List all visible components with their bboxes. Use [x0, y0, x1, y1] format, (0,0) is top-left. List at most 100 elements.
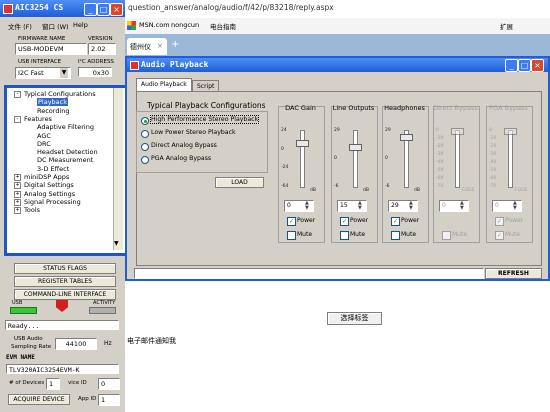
acquire-device-button[interactable]: ACQUIRE DEVICE — [8, 394, 70, 405]
checkbox-label: Power — [297, 217, 316, 224]
checkbox[interactable]: ✓ — [340, 217, 349, 226]
stepper-arrows-icon[interactable]: ▼ — [409, 206, 413, 211]
tree-scrollbar[interactable] — [113, 88, 123, 250]
status-flags-button[interactable]: STATUS FLAGS — [14, 263, 116, 274]
expand-icon[interactable]: + — [14, 207, 21, 215]
slider-track[interactable] — [353, 130, 358, 188]
slider-value-stepper[interactable]: 0 — [492, 200, 522, 212]
config-radio[interactable] — [141, 156, 149, 164]
close-icon[interactable]: × — [531, 59, 544, 72]
devices-field: 1 — [46, 378, 60, 390]
slider-thumb[interactable] — [400, 133, 413, 141]
browser-address-bar[interactable]: question_answer/analog/audio/f/42/p/8321… — [125, 0, 550, 18]
slider-value-stepper[interactable]: 15 — [337, 200, 367, 212]
expand-icon[interactable]: + — [14, 198, 21, 206]
usb-interface-select[interactable]: I2C Fast ▼ — [15, 67, 71, 79]
address-url[interactable]: question_answer/analog/audio/f/42/p/8321… — [128, 3, 334, 12]
stepper-arrows-icon[interactable]: ▼ — [513, 206, 517, 211]
chevron-down-icon[interactable]: ▼ — [114, 240, 119, 247]
stepper-arrows-icon[interactable]: ▼ — [358, 206, 362, 211]
slider-track[interactable] — [300, 130, 305, 188]
slider-unit-label: -CODE — [460, 188, 475, 193]
menu-file[interactable]: 文件 (F) — [8, 21, 32, 31]
favorite-msn[interactable]: MSN.com — [139, 21, 170, 29]
address-field[interactable]: 0x30 — [78, 67, 112, 77]
slider-title: Headphones — [384, 104, 425, 112]
refresh-button[interactable]: REFRESH — [485, 268, 542, 279]
select-tag-button[interactable]: 选择标签 — [327, 312, 382, 325]
checkbox[interactable]: ✓ — [495, 217, 504, 226]
slider-value-stepper[interactable]: 29 — [388, 200, 418, 212]
expand-icon[interactable]: + — [14, 182, 21, 190]
collapse-icon[interactable]: - — [14, 91, 21, 98]
menu-window[interactable]: 窗口 (W) — [42, 21, 69, 31]
checkbox[interactable]: ✓ — [287, 217, 296, 226]
config-label[interactable]: Low Power Stereo Playback — [151, 129, 236, 136]
slider-value-stepper[interactable]: 0 — [284, 200, 314, 212]
slider-thumb[interactable] — [451, 128, 464, 135]
load-button[interactable]: LOAD — [215, 177, 264, 188]
favorite-radio-guide[interactable]: 电台指南 — [210, 21, 236, 31]
checkbox[interactable] — [391, 231, 400, 240]
device-id-field[interactable]: 0 — [98, 378, 120, 390]
sampling-rate-field[interactable]: 44100 — [55, 338, 97, 350]
checkbox[interactable]: ✓ — [495, 231, 504, 240]
collapse-icon[interactable]: - — [14, 115, 21, 123]
config-label[interactable]: Direct Analog Bypass — [151, 142, 217, 149]
usb-interface-value: I2C Fast — [18, 69, 44, 77]
slider-track[interactable] — [508, 130, 513, 188]
chevron-down-icon[interactable]: ▼ — [60, 68, 68, 78]
tree-item-label: DC Measurement — [37, 156, 94, 165]
expand-icon[interactable]: + — [14, 190, 21, 198]
checkbox[interactable] — [442, 231, 451, 240]
devices-label: # of Devices — [9, 380, 45, 386]
new-tab-icon[interactable]: + — [171, 39, 179, 50]
minimize-icon[interactable]: _ — [84, 3, 97, 16]
app-id-field[interactable]: 1 — [98, 394, 120, 406]
menu-help[interactable]: Help — [73, 21, 88, 29]
register-tables-button[interactable]: REGISTER TABLES — [14, 276, 116, 287]
tree-item-label: Headset Detection — [37, 148, 98, 157]
slider-title: Direct Bypass — [433, 104, 478, 112]
tree-item-label: miniDSP Apps — [24, 173, 70, 181]
tree-item-label: Analog Settings — [24, 189, 76, 198]
maximize-icon[interactable]: □ — [518, 59, 531, 72]
slider-tick-label: -50 — [489, 168, 497, 173]
config-label[interactable]: PGA Analog Bypass — [151, 155, 211, 162]
maximize-icon[interactable]: □ — [97, 3, 110, 16]
expand-icon[interactable]: + — [14, 174, 21, 181]
slider-track[interactable] — [455, 130, 460, 188]
tab-audio-playback[interactable]: Audio Playback — [136, 78, 192, 92]
usb-led — [10, 307, 37, 314]
browser-tab[interactable]: 德州仪 × — [127, 38, 167, 55]
slider-tick-label: 0 — [334, 156, 337, 161]
tree-item-label: AGC — [37, 131, 51, 140]
close-icon[interactable]: × — [157, 42, 163, 50]
config-label[interactable]: High Performance Stereo Playback — [149, 115, 260, 124]
slider-tick-label: -20 — [436, 144, 444, 149]
config-radio[interactable] — [141, 117, 149, 125]
command-line-interface-button[interactable]: COMMAND-LINE INTERFACE — [14, 289, 116, 300]
slider-thumb[interactable] — [296, 140, 309, 148]
config-radio[interactable] — [141, 130, 149, 138]
app-id-label: App ID — [78, 396, 97, 402]
audio-playback-window: Audio Playback _ □ × Audio Playback Scri… — [125, 56, 550, 281]
minimize-icon[interactable]: _ — [505, 59, 518, 72]
slider-value-stepper[interactable]: 0 — [439, 200, 469, 212]
checkbox[interactable] — [287, 231, 296, 240]
tree-item-label: Digital Settings — [24, 181, 74, 190]
checkbox-label: Mute — [452, 231, 468, 238]
checkbox[interactable]: ✓ — [391, 217, 400, 226]
stepper-arrows-icon[interactable]: ▼ — [305, 206, 309, 211]
sampling-rate-label-1: USB Audio — [14, 336, 43, 342]
slider-thumb[interactable] — [504, 128, 517, 135]
slider-tick-label: -60 — [489, 176, 497, 181]
favorite-nongcun[interactable]: nongcun — [171, 21, 199, 29]
extensions-button[interactable]: 扩展 — [500, 21, 513, 31]
config-radio[interactable] — [141, 143, 149, 151]
feature-tree[interactable]: - Typical Configurations Playback Recording… — [4, 85, 128, 256]
close-icon[interactable]: × — [110, 3, 123, 16]
slider-thumb[interactable] — [349, 143, 362, 151]
checkbox[interactable] — [340, 231, 349, 240]
stepper-arrows-icon[interactable]: ▼ — [460, 206, 464, 211]
